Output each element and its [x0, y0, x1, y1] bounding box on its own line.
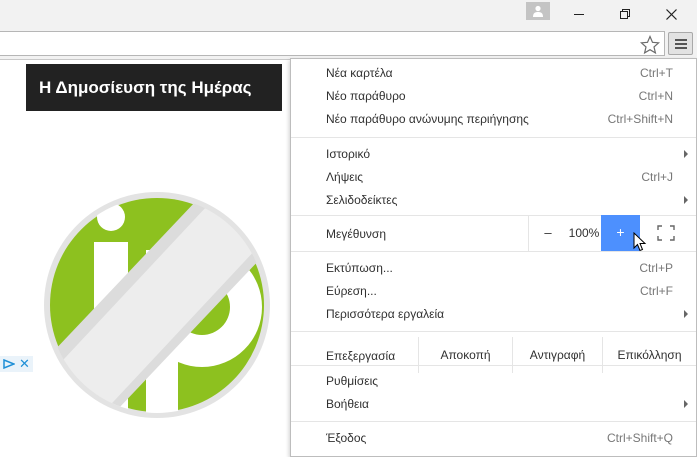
person-icon: [533, 5, 543, 17]
cut-button[interactable]: Αποκοπή: [418, 337, 512, 373]
menu-separator: [291, 251, 696, 252]
chrome-menu: Νέα καρτέλα Ctrl+T Νέο παράθυρο Ctrl+N Ν…: [290, 58, 697, 457]
paste-button[interactable]: Επικόλληση: [602, 337, 696, 373]
menu-separator: [291, 365, 696, 366]
title-bar: [0, 0, 697, 28]
ad-close-icon[interactable]: ✕: [19, 357, 30, 371]
edit-label: Επεξεργασία: [326, 349, 396, 363]
menu-item-history[interactable]: Ιστορικό: [291, 143, 696, 166]
close-icon: [665, 8, 677, 20]
menu-separator: [291, 137, 696, 138]
profile-button[interactable]: [526, 2, 550, 20]
adchoices-icon: [3, 359, 15, 369]
bookmark-button[interactable]: [639, 34, 661, 55]
chrome-menu-button[interactable]: [668, 32, 693, 55]
menu-item-bookmarks[interactable]: Σελιδοδείκτες: [291, 189, 696, 212]
menu-item-more-tools[interactable]: Περισσότερα εργαλεία: [291, 303, 696, 326]
menu-item-new-tab[interactable]: Νέα καρτέλα Ctrl+T: [291, 62, 696, 85]
zoom-level: 100%: [568, 226, 600, 240]
address-bar[interactable]: [0, 31, 665, 56]
menu-item-find[interactable]: Εύρεση... Ctrl+F: [291, 280, 696, 303]
minimize-icon: [574, 14, 584, 15]
submenu-arrow-icon: [684, 150, 688, 158]
restore-icon: [620, 9, 630, 19]
blocked-ip-logo: [44, 192, 270, 418]
close-window-button[interactable]: [648, 0, 694, 28]
edit-row: Επεξεργασία Αποκοπή Αντιγραφή Επικόλληση: [291, 337, 696, 373]
menu-item-exit[interactable]: Έξοδος Ctrl+Shift+Q: [291, 427, 696, 450]
copy-button[interactable]: Αντιγραφή: [512, 337, 602, 373]
fullscreen-icon[interactable]: [657, 225, 675, 241]
zoom-out-button[interactable]: –: [528, 215, 567, 251]
hamburger-icon: [675, 39, 687, 41]
menu-item-new-window[interactable]: Νέο παράθυρο Ctrl+N: [291, 85, 696, 108]
post-of-the-day-banner[interactable]: Η Δημοσίευση της Ημέρας: [26, 64, 282, 111]
zoom-label: Μεγέθυνση: [326, 227, 387, 241]
menu-separator: [291, 331, 696, 332]
submenu-arrow-icon: [684, 400, 688, 408]
menu-item-help[interactable]: Βοήθεια: [291, 393, 696, 416]
star-icon: [639, 34, 661, 55]
browser-toolbar: [0, 28, 697, 60]
menu-separator: [291, 421, 696, 422]
mouse-cursor-icon: [633, 232, 647, 252]
restore-button[interactable]: [602, 0, 648, 28]
submenu-arrow-icon: [684, 196, 688, 204]
menu-item-downloads[interactable]: Λήψεις Ctrl+J: [291, 166, 696, 189]
minimize-button[interactable]: [556, 0, 602, 28]
ad-choices-badge[interactable]: ✕: [0, 356, 33, 372]
submenu-arrow-icon: [684, 310, 688, 318]
menu-item-print[interactable]: Εκτύπωση... Ctrl+P: [291, 257, 696, 280]
menu-item-new-incognito-window[interactable]: Νέο παράθυρο ανώνυμης περιήγησης Ctrl+Sh…: [291, 108, 696, 131]
menu-item-settings[interactable]: Ρυθμίσεις: [291, 370, 696, 393]
